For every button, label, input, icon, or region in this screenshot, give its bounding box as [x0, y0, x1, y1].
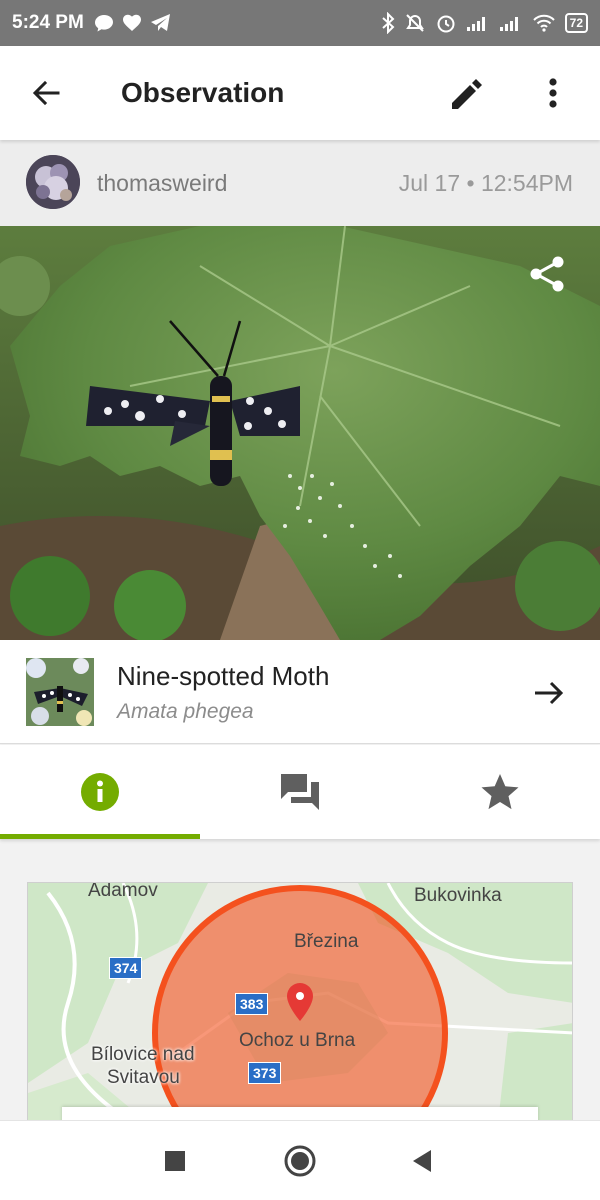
- map-label-brezina: Březina: [294, 931, 359, 952]
- back-button[interactable]: [0, 46, 92, 140]
- heart-icon: [122, 14, 141, 31]
- status-bar: 5:24 PM 72: [0, 0, 600, 46]
- info-icon: [81, 773, 119, 811]
- system-icons: 72: [381, 12, 588, 34]
- taxon-thumbnail: [26, 658, 94, 726]
- share-icon: [530, 256, 564, 292]
- edit-button[interactable]: [446, 75, 486, 115]
- tab-info[interactable]: [0, 745, 200, 839]
- arrow-forward-icon: [535, 681, 564, 705]
- tab-bar: [0, 745, 600, 839]
- map-label-bukovinka: Bukovinka: [414, 885, 502, 906]
- more-vert-icon: [549, 78, 557, 108]
- location-map[interactable]: Adamov Bukovinka Březina Ochoz u Brna Bí…: [27, 882, 573, 1122]
- recents-square-icon: [165, 1151, 185, 1171]
- username[interactable]: thomasweird: [97, 170, 227, 197]
- tab-favorites[interactable]: [400, 745, 600, 839]
- road-badge-373: 373: [248, 1062, 282, 1084]
- observation-photo[interactable]: [0, 226, 600, 640]
- tab-activity[interactable]: [200, 745, 400, 839]
- road-badge-374: 374: [109, 957, 143, 979]
- signal-icon: [466, 17, 485, 31]
- home-circle-icon: [284, 1145, 316, 1177]
- map-label-adamov: Adamov: [88, 882, 158, 901]
- system-nav-bar: [0, 1120, 600, 1200]
- recents-button[interactable]: [155, 1141, 195, 1181]
- more-options-button[interactable]: [538, 73, 568, 113]
- pencil-icon: [452, 79, 482, 109]
- observer-row[interactable]: thomasweird Jul 17 • 12:54PM: [0, 140, 600, 226]
- map-label-ochoz: Ochoz u Brna: [239, 1030, 356, 1051]
- status-time: 5:24 PM: [12, 12, 84, 33]
- wifi-icon: [532, 14, 555, 32]
- avatar[interactable]: [26, 155, 80, 209]
- signal-icon: [499, 17, 518, 31]
- home-button[interactable]: [280, 1141, 320, 1181]
- app-bar: Observation: [0, 46, 600, 140]
- share-button[interactable]: [528, 254, 568, 294]
- observation-screen: 5:24 PM 72 Observation thomasweird Jul 1…: [0, 0, 600, 1200]
- map-label-bilovice-line1: Bílovice nad: [91, 1044, 195, 1065]
- bluetooth-icon: [381, 12, 395, 34]
- moth-on-leaf-image: [0, 226, 600, 640]
- chat-bubble-icon: [94, 15, 113, 32]
- road-badge-383: 383: [235, 993, 269, 1015]
- taxon-scientific-name: Amata phegea: [117, 700, 254, 723]
- taxon-row[interactable]: Nine-spotted Moth Amata phegea: [0, 640, 600, 744]
- arrow-back-icon: [32, 80, 60, 106]
- notification-icons: [94, 13, 172, 33]
- alarm-icon: [437, 15, 455, 33]
- star-icon: [481, 774, 519, 810]
- active-tab-indicator: [0, 834, 200, 839]
- taxon-details-button[interactable]: [532, 676, 566, 710]
- nav-back-button[interactable]: [402, 1141, 442, 1181]
- observation-date: Jul 17 • 12:54PM: [398, 170, 573, 196]
- back-triangle-icon: [413, 1150, 431, 1172]
- forum-icon: [281, 774, 319, 810]
- map-label-bilovice-line2: Svitavou: [107, 1067, 180, 1088]
- page-title: Observation: [121, 77, 285, 108]
- alarm-off-icon: [405, 14, 424, 32]
- telegram-icon: [150, 14, 170, 31]
- taxon-common-name: Nine-spotted Moth: [117, 661, 330, 691]
- battery-icon: 72: [564, 13, 588, 33]
